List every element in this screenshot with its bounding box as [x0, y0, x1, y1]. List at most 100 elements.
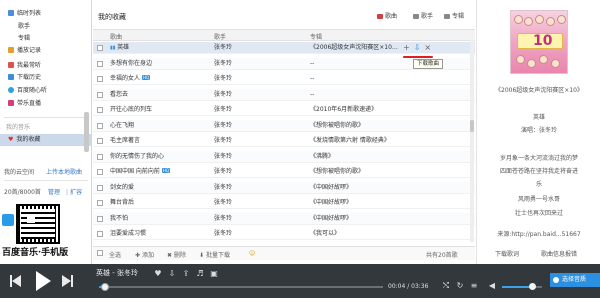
row-checkbox[interactable] [97, 215, 103, 222]
song-title[interactable]: 多想有你在身边 [110, 58, 152, 70]
song-album[interactable]: 《我可以》 [310, 228, 340, 240]
main-scrollbar-thumb[interactable] [470, 120, 474, 132]
table-row[interactable]: 中国中国 向前向前 HQ 张冬玲 《想你被唱你的歌》 [93, 166, 475, 178]
song-album[interactable]: 《想你被唱你的歌》 [310, 120, 364, 132]
table-row[interactable]: 舞台背后 张冬玲 《中国好故啰》 [93, 197, 475, 209]
download-icon[interactable]: ⇩ [168, 270, 176, 278]
table-row[interactable]: 你的无情伤了我的心 张冬玲 《沸腾》 [93, 150, 475, 163]
batch-download-button[interactable]: ⬇ 批量下载 [199, 250, 230, 259]
add-icon[interactable]: + [403, 43, 410, 52]
song-artist[interactable]: 张冬玲 [214, 135, 232, 147]
song-album[interactable]: -- [310, 73, 314, 85]
table-row[interactable]: 沮要爱成习惯 张冬玲 《我可以》 [93, 228, 475, 240]
song-album[interactable]: 《2010年6月新歌速递》 [310, 104, 377, 116]
report-error-link[interactable]: 歌曲信息报错 [541, 249, 577, 258]
song-album[interactable]: 《中国好故啰》 [310, 213, 352, 225]
sidebar-item-most-played[interactable]: 我最常听 [0, 60, 92, 72]
manage-link[interactable]: 管理 [48, 187, 60, 199]
add-button[interactable]: ✚ 添加 [135, 250, 154, 259]
row-checkbox[interactable] [97, 138, 103, 144]
view-songs-button[interactable]: 歌曲 [377, 11, 397, 20]
song-artist[interactable]: 张冬玲 [214, 197, 232, 209]
song-title[interactable]: 中国中国 向前向前 HQ [110, 166, 171, 178]
select-all-checkbox[interactable] [97, 250, 103, 256]
table-row[interactable]: ▮▮ 英雄 张冬玲 《2006超级女声沈阳赛区×10… + ⇩ × [93, 42, 475, 54]
album-caption[interactable]: 《2006超级女声沈阳赛区×10》 [477, 85, 600, 94]
row-checkbox[interactable] [97, 184, 103, 191]
progress-knob[interactable] [100, 283, 109, 291]
row-checkbox[interactable] [97, 169, 103, 175]
repeat-icon[interactable]: ↻ [456, 282, 464, 290]
column-header-title[interactable]: 歌曲 [110, 32, 122, 41]
song-album[interactable]: 《中国好故啰》 [310, 182, 352, 194]
song-album[interactable]: -- [310, 89, 314, 101]
row-checkbox[interactable] [97, 231, 103, 237]
sidebar-item-baidu-radio[interactable]: 百度随心听 [0, 85, 92, 97]
sidebar-item-albums[interactable]: 专辑 [0, 33, 92, 45]
table-row[interactable]: 毛主席著言 张冬玲 《发烧情歌第六射 情歌经典》 [93, 135, 475, 147]
sidebar-item-temp-list[interactable]: 临时列表 [0, 8, 92, 20]
shuffle-icon[interactable]: ⤭ [442, 282, 450, 290]
song-album[interactable]: 《2006超级女声沈阳赛区×10… [310, 42, 398, 54]
row-checkbox[interactable] [97, 122, 103, 129]
delete-icon[interactable]: × [424, 43, 431, 52]
lyrics-source[interactable]: 来源:http://pan.baid...51667 [477, 229, 600, 238]
song-title[interactable]: 心在飞翔 [110, 120, 134, 132]
table-row[interactable]: 心在飞翔 张冬玲 《想你被唱你的歌》 [93, 119, 475, 132]
row-checkbox[interactable] [97, 153, 103, 160]
equalizer-icon[interactable]: ♬ [196, 270, 204, 278]
volume-knob[interactable] [529, 283, 536, 290]
sidebar-item-artists[interactable]: 歌手 [0, 21, 92, 33]
quality-button[interactable]: 选择音质 [550, 273, 600, 287]
song-title[interactable]: 看您去 [110, 89, 128, 101]
share-icon[interactable]: ⇪ [182, 270, 190, 278]
sidebar-item-live[interactable]: 带乐直播 [0, 98, 92, 110]
mv-icon[interactable]: ▣ [210, 270, 218, 278]
song-artist[interactable]: 张冬玲 [214, 104, 232, 116]
song-artist[interactable]: 张冬玲 [214, 120, 232, 132]
table-row[interactable]: 看您去 张冬玲 -- [93, 88, 475, 101]
favorite-icon[interactable]: ♥ [154, 270, 162, 278]
view-albums-button[interactable]: 专辑 [444, 11, 464, 20]
next-icon[interactable] [71, 275, 73, 287]
row-checkbox[interactable] [97, 200, 103, 206]
song-title[interactable]: 你的无情伤了我的心 [110, 151, 164, 163]
song-title[interactable]: 毛主席著言 [110, 135, 140, 147]
select-all-label[interactable]: 全选 [109, 250, 121, 259]
next-button[interactable] [62, 275, 71, 287]
row-checkbox[interactable] [97, 60, 103, 67]
download-lyrics-link[interactable]: 下载歌词 [495, 249, 519, 258]
main-scrollbar-track[interactable] [470, 40, 474, 242]
song-artist[interactable]: 张冬玲 [214, 58, 232, 70]
row-checkbox[interactable] [97, 45, 103, 51]
album-cover[interactable]: 10 [510, 10, 568, 74]
row-checkbox[interactable] [97, 91, 103, 98]
lyrics-icon[interactable]: ≡ [470, 282, 478, 290]
delete-button[interactable]: ✖ 删除 [167, 250, 186, 259]
song-artist[interactable]: 张冬玲 [214, 166, 232, 178]
previous-button[interactable] [12, 275, 21, 287]
table-row[interactable]: 剑女的爱 张冬玲 《中国好故啰》 [93, 181, 475, 194]
song-artist[interactable]: 张冬玲 [214, 42, 232, 54]
song-artist[interactable]: 张冬玲 [214, 151, 232, 163]
song-album[interactable]: 《中国好故啰》 [310, 197, 352, 209]
sidebar-scrollbar[interactable] [84, 112, 89, 152]
song-album[interactable]: 《沸腾》 [310, 151, 334, 163]
play-button[interactable] [36, 271, 51, 291]
song-album[interactable]: -- [310, 58, 314, 70]
table-row[interactable]: 幸福的女人 HQ 张冬玲 -- [93, 73, 475, 85]
song-album[interactable]: 《发烧情歌第六射 情歌经典》 [310, 135, 390, 147]
song-artist[interactable]: 张冬玲 [214, 89, 232, 101]
upload-link[interactable]: 上传本地歌曲 [46, 167, 82, 179]
song-artist[interactable]: 张冬玲 [214, 182, 232, 194]
column-header-album[interactable]: 专辑 [310, 32, 322, 41]
song-title[interactable]: 沮要爱成习惯 [110, 228, 146, 240]
song-artist[interactable]: 张冬玲 [214, 73, 232, 85]
view-artists-button[interactable]: 歌手 [413, 11, 433, 20]
song-title[interactable]: ▮▮ 英雄 [110, 42, 129, 54]
row-checkbox[interactable] [97, 107, 103, 113]
song-title[interactable]: 开往心底的列车 [110, 104, 152, 116]
sidebar-item-play-history[interactable]: 播放记录 [0, 45, 92, 57]
volume-icon[interactable]: ◀ [488, 282, 496, 290]
table-row[interactable]: 我不怕 张冬玲 《中国好故啰》 [93, 212, 475, 225]
